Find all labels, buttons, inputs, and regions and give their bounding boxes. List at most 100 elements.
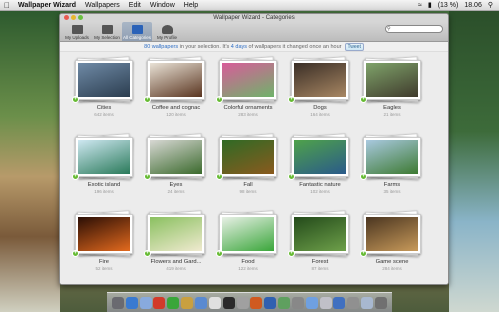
add-category-button[interactable]: + xyxy=(144,250,151,257)
add-category-button[interactable]: + xyxy=(72,250,79,257)
dock-app-icon[interactable] xyxy=(361,296,374,309)
apple-menu-icon[interactable]:  xyxy=(4,1,10,10)
thumbnail-frame xyxy=(219,60,277,100)
category-thumbnail[interactable]: + xyxy=(288,133,350,180)
desktop-wallpaper-right xyxy=(449,11,499,312)
wallpaper-preview xyxy=(150,217,202,251)
category-tile[interactable]: + Flowers and Gard... 419 items xyxy=(140,210,212,284)
dock-app-icon[interactable] xyxy=(291,296,304,309)
category-thumbnail[interactable]: + xyxy=(72,210,134,257)
category-tile[interactable]: + Fire 52 items xyxy=(68,210,140,284)
battery-percent: (13 %) xyxy=(437,1,459,9)
wallpaper-preview xyxy=(294,63,346,97)
toolbar-label: My Selection xyxy=(94,35,120,40)
wallpaper-preview xyxy=(78,140,130,174)
dock-app-icon[interactable] xyxy=(333,296,346,309)
dock-app-icon[interactable] xyxy=(319,296,332,309)
category-tile[interactable]: + Fall 98 items xyxy=(212,133,284,210)
category-thumbnail[interactable]: + xyxy=(360,210,422,257)
add-category-button[interactable]: + xyxy=(72,96,79,103)
spotlight-icon[interactable]: ⚲ xyxy=(488,1,493,9)
close-icon[interactable] xyxy=(64,15,69,20)
category-tile[interactable]: + Eagles 21 items xyxy=(356,56,428,133)
category-thumbnail[interactable]: + xyxy=(144,210,206,257)
battery-icon[interactable]: ▮ xyxy=(428,1,432,9)
thumbnail-frame xyxy=(75,214,133,254)
add-category-button[interactable]: + xyxy=(144,96,151,103)
category-tile[interactable]: + Coffee and cognac 120 items xyxy=(140,56,212,133)
wallpaper-preview xyxy=(78,217,130,251)
add-category-button[interactable]: + xyxy=(216,96,223,103)
dock-app-icon[interactable] xyxy=(374,296,387,309)
clock[interactable]: 18.06 xyxy=(464,2,482,9)
category-thumbnail[interactable]: + xyxy=(288,56,350,103)
dock-app-icon[interactable] xyxy=(264,296,277,309)
add-category-button[interactable]: + xyxy=(360,250,367,257)
toolbar-my-selection[interactable]: My Selection xyxy=(92,22,122,41)
add-category-button[interactable]: + xyxy=(288,250,295,257)
dock-app-icon[interactable] xyxy=(250,296,263,309)
add-category-button[interactable]: + xyxy=(144,173,151,180)
dock-app-icon[interactable] xyxy=(278,296,291,309)
add-category-button[interactable]: + xyxy=(288,96,295,103)
menu-window[interactable]: Window xyxy=(150,2,175,9)
wallpaper-preview xyxy=(222,63,274,97)
category-thumbnail[interactable]: + xyxy=(216,56,278,103)
category-tile[interactable]: + Cities 642 items xyxy=(68,56,140,133)
category-tile[interactable]: + Forest 87 items xyxy=(284,210,356,284)
category-thumbnail[interactable]: + xyxy=(360,133,422,180)
categories-icon xyxy=(131,25,143,34)
category-tile[interactable]: + Game scene 284 items xyxy=(356,210,428,284)
monitor-icon xyxy=(101,25,113,34)
category-tile[interactable]: + Exotic island 196 items xyxy=(68,133,140,210)
minimize-icon[interactable] xyxy=(71,15,76,20)
zoom-icon[interactable] xyxy=(78,15,83,20)
uploads-icon xyxy=(71,25,83,34)
menu-wallpapers[interactable]: Wallpapers xyxy=(85,2,120,9)
category-thumbnail[interactable]: + xyxy=(72,56,134,103)
category-thumbnail[interactable]: + xyxy=(144,133,206,180)
category-thumbnail[interactable]: + xyxy=(216,133,278,180)
category-name: Fantastic nature xyxy=(299,182,341,188)
dock-app-icon[interactable] xyxy=(181,296,194,309)
dock-app-icon[interactable] xyxy=(347,296,360,309)
menu-help[interactable]: Help xyxy=(184,2,198,9)
menu-edit[interactable]: Edit xyxy=(129,2,141,9)
add-category-button[interactable]: + xyxy=(288,173,295,180)
dock-app-icon[interactable] xyxy=(222,296,235,309)
dock-app-icon[interactable] xyxy=(125,296,138,309)
thumbnail-frame xyxy=(291,137,349,177)
menu-app-name[interactable]: Wallpaper Wizard xyxy=(18,2,76,9)
category-tile[interactable]: + Food 122 items xyxy=(212,210,284,284)
add-category-button[interactable]: + xyxy=(72,173,79,180)
dock-app-icon[interactable] xyxy=(153,296,166,309)
toolbar-my-profile[interactable]: My Profile xyxy=(152,22,182,41)
toolbar-my-uploads[interactable]: My Uploads xyxy=(62,22,92,41)
dock-app-icon[interactable] xyxy=(167,296,180,309)
toolbar-all-categories[interactable]: All Categories xyxy=(122,22,152,41)
add-category-button[interactable]: + xyxy=(216,173,223,180)
dock-app-icon[interactable] xyxy=(236,296,249,309)
category-tile[interactable]: + Farms 35 items xyxy=(356,133,428,210)
category-thumbnail[interactable]: + xyxy=(72,133,134,180)
category-thumbnail[interactable]: + xyxy=(216,210,278,257)
category-tile[interactable]: + Colorful ornaments 283 items xyxy=(212,56,284,133)
category-tile[interactable]: + Dogs 164 items xyxy=(284,56,356,133)
dock-app-icon[interactable] xyxy=(208,296,221,309)
category-thumbnail[interactable]: + xyxy=(360,56,422,103)
wifi-icon[interactable]: ≈ xyxy=(418,2,422,9)
dock-app-icon[interactable] xyxy=(194,296,207,309)
dock-app-icon[interactable] xyxy=(305,296,318,309)
add-category-button[interactable]: + xyxy=(360,96,367,103)
dock-app-icon[interactable] xyxy=(139,296,152,309)
tweet-button[interactable]: Tweet xyxy=(344,42,364,51)
category-thumbnail[interactable]: + xyxy=(144,56,206,103)
dock-app-icon[interactable] xyxy=(111,296,124,309)
add-category-button[interactable]: + xyxy=(360,173,367,180)
category-tile[interactable]: + Eyes 24 items xyxy=(140,133,212,210)
category-tile[interactable]: + Fantastic nature 102 items xyxy=(284,133,356,210)
menu-bar:  Wallpaper Wizard Wallpapers Edit Windo… xyxy=(0,0,499,11)
category-thumbnail[interactable]: + xyxy=(288,210,350,257)
add-category-button[interactable]: + xyxy=(216,250,223,257)
search-input[interactable]: ⚲ xyxy=(385,25,443,33)
